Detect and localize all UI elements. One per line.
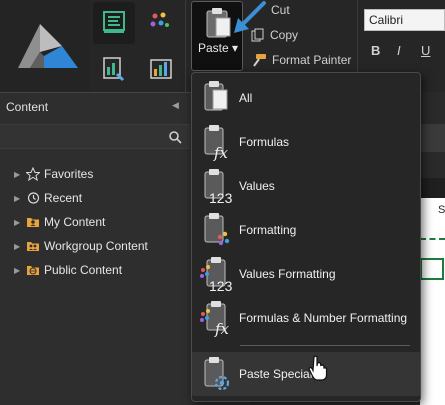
- svg-text:fx: fx: [213, 144, 229, 162]
- copy-icon: [251, 28, 264, 42]
- font-name-value: Calibri: [369, 13, 404, 27]
- menu-item-label: Formatting: [239, 223, 297, 237]
- expand-arrow-icon[interactable]: ▶: [14, 242, 22, 251]
- app-logo: [0, 0, 90, 92]
- bold-icon: B: [371, 43, 381, 58]
- tree-item-workgroup-content[interactable]: ▶ Workgroup Content: [14, 237, 148, 255]
- menu-item-label: Formulas & Number Formatting: [239, 311, 408, 325]
- tree-item-label: Recent: [44, 191, 83, 205]
- globe-folder-icon: [27, 266, 39, 275]
- chevron-down-icon: ▾: [232, 41, 239, 55]
- copy-button[interactable]: Copy: [251, 28, 298, 42]
- paste-formatting-icon: [198, 210, 238, 250]
- paste-formulas-number-formatting-icon: fx: [198, 298, 238, 338]
- font-name-box[interactable]: Calibri: [364, 9, 445, 31]
- chart-tool-button[interactable]: [93, 48, 135, 90]
- paste-label: Paste ▾: [192, 41, 244, 55]
- group-folder-icon: [27, 242, 39, 251]
- bold-button[interactable]: B: [371, 43, 380, 58]
- chart-tool-icon: [103, 57, 125, 82]
- tree-item-favorites[interactable]: ▶ Favorites: [14, 165, 93, 183]
- underline-icon: U: [421, 43, 431, 58]
- cut-label: Cut: [271, 3, 290, 17]
- paste-dropdown-menu: All fx Formulas 123 Values Formatting 12…: [191, 72, 421, 402]
- hand-cursor-icon: [308, 355, 328, 381]
- expand-arrow-icon[interactable]: ▶: [14, 170, 22, 179]
- paste-formulas-item[interactable]: fx Formulas: [192, 120, 420, 164]
- underline-button[interactable]: U: [421, 43, 430, 58]
- content-panel-title: Content: [6, 100, 49, 114]
- tree-item-public-content[interactable]: ▶ Public Content: [14, 261, 122, 279]
- collapse-icon[interactable]: ◀: [172, 100, 179, 111]
- search-icon[interactable]: [168, 130, 182, 144]
- expand-arrow-icon[interactable]: ▶: [14, 194, 22, 203]
- paste-all-item[interactable]: All: [192, 76, 420, 120]
- menu-item-label: Values: [239, 179, 275, 193]
- menu-item-label: All: [239, 91, 253, 105]
- cut-button[interactable]: Cut: [251, 3, 290, 17]
- tree-item-my-content[interactable]: ▶ My Content: [14, 213, 105, 231]
- italic-icon: I: [397, 43, 401, 58]
- paste-formulas-icon: fx: [198, 122, 238, 162]
- selected-cell[interactable]: [420, 258, 444, 280]
- sheet-cell[interactable]: S: [438, 204, 445, 216]
- tree-item-label: My Content: [44, 215, 106, 229]
- svg-text:fx: fx: [214, 320, 230, 338]
- tree-item-recent[interactable]: ▶ Recent: [14, 189, 82, 207]
- ribbon-divider: [185, 0, 186, 92]
- menu-item-label: Formulas: [239, 135, 290, 149]
- chart-edit-icon: [150, 59, 172, 79]
- tree-item-label: Workgroup Content: [44, 239, 148, 253]
- paste-values-icon: 123: [198, 166, 238, 206]
- paste-all-icon: [198, 78, 238, 118]
- palette-dots-button[interactable]: [139, 2, 181, 44]
- format-painter-label: Format Painter: [272, 53, 352, 67]
- copy-marquee: [420, 238, 445, 240]
- history-icon: [27, 192, 40, 204]
- sheet-tab[interactable]: [420, 124, 445, 152]
- book-grid-icon: [103, 11, 125, 33]
- menu-item-label: Paste Special: [239, 367, 313, 381]
- book-grid-button[interactable]: [93, 2, 135, 44]
- paste-formulas-number-formatting-item[interactable]: fx Formulas & Number Formatting: [192, 296, 420, 340]
- tree-item-label: Public Content: [44, 263, 123, 277]
- italic-button[interactable]: I: [397, 43, 401, 58]
- paste-special-icon: [198, 354, 238, 394]
- format-painter-button[interactable]: Format Painter: [251, 53, 351, 67]
- paste-special-item[interactable]: Paste Special: [192, 352, 420, 396]
- user-folder-icon: [27, 218, 39, 227]
- expand-arrow-icon[interactable]: ▶: [14, 218, 22, 227]
- svg-text:123: 123: [209, 278, 233, 294]
- content-search-input[interactable]: [0, 124, 190, 149]
- svg-text:123: 123: [209, 190, 233, 206]
- column-header[interactable]: [420, 178, 445, 198]
- menu-separator: [240, 345, 410, 346]
- star-icon: [26, 167, 40, 181]
- dots-palette-icon: [150, 12, 169, 27]
- paste-formatting-item[interactable]: Formatting: [192, 208, 420, 252]
- content-panel-header: Content ◀: [0, 96, 190, 120]
- paste-values-formatting-icon: 123: [198, 254, 238, 294]
- paste-values-formatting-item[interactable]: 123 Values Formatting: [192, 252, 420, 296]
- paste-text: Paste: [197, 41, 229, 55]
- chart-edit-button[interactable]: [139, 48, 181, 90]
- copy-label: Copy: [270, 28, 299, 42]
- menu-item-label: Values Formatting: [239, 267, 336, 281]
- paste-values-item[interactable]: 123 Values: [192, 164, 420, 208]
- tree-item-label: Favorites: [44, 167, 94, 181]
- format-painter-icon: [253, 54, 266, 67]
- expand-arrow-icon[interactable]: ▶: [14, 266, 22, 275]
- logo-icon: [18, 24, 78, 68]
